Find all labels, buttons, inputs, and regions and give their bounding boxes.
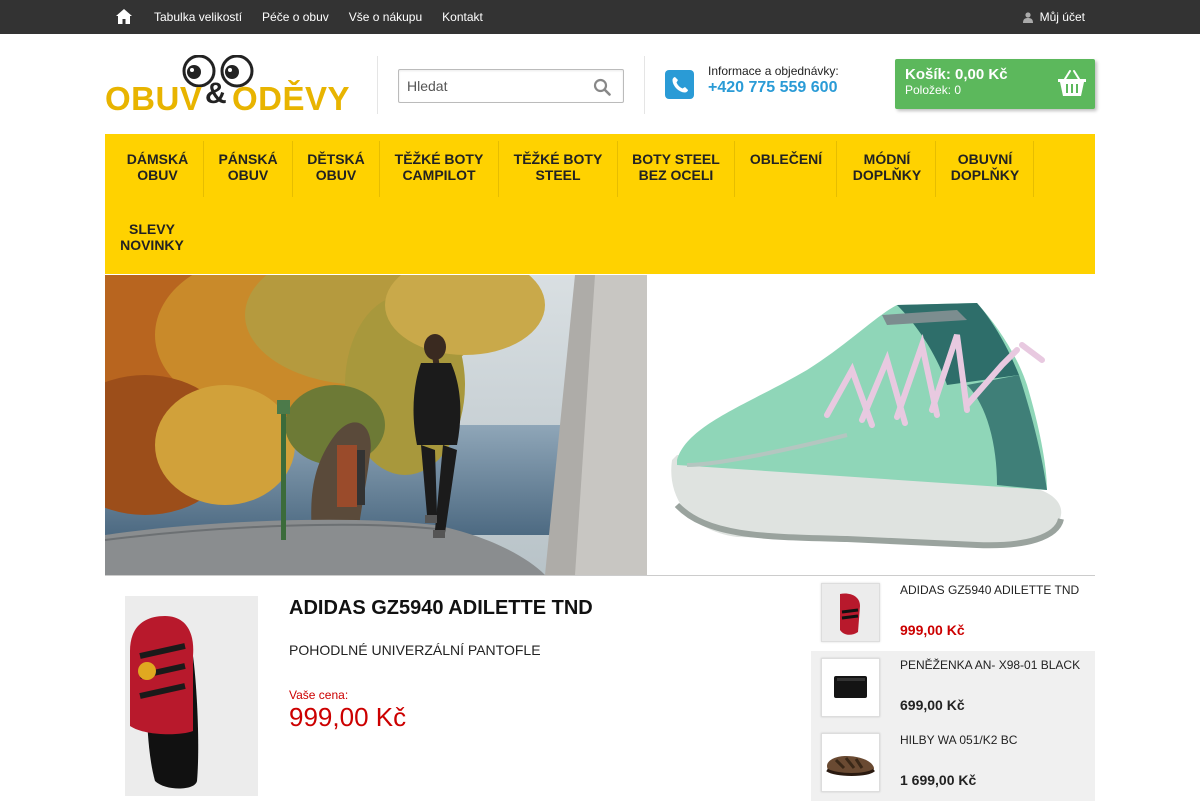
product-description: POHODLNÉ UNIVERZÁLNÍ PANTOFLE [289, 642, 541, 658]
nav-label: OBUV [137, 167, 178, 183]
top-nav: Tabulka velikostí Péče o obuv Vše o náku… [154, 0, 503, 34]
list-item-name[interactable]: PENĚŽENKA AN- X98-01 BLACK [900, 658, 1080, 672]
nav-label: DOPLŇKY [852, 167, 922, 183]
nav-divider [498, 141, 499, 197]
nav-label: DÁMSKÁ [126, 151, 189, 167]
site-logo[interactable]: OBUV & ODĚVY [105, 55, 350, 117]
home-icon[interactable] [115, 8, 133, 25]
top-nav-about-shopping[interactable]: Vše o nákupu [349, 10, 422, 24]
contact-phone[interactable]: +420 775 559 600 [708, 79, 837, 97]
nav-item-heavy-boots-steel[interactable]: TĚŽKÉ BOTY STEEL [502, 151, 614, 183]
product-thumbnail[interactable] [821, 583, 880, 642]
list-item-name[interactable]: ADIDAS GZ5940 ADILETTE TND [900, 583, 1079, 597]
contact-label: Informace a objednávky: [708, 64, 839, 78]
list-item[interactable]: PENĚŽENKA AN- X98-01 BLACK 699,00 Kč [811, 651, 1095, 726]
header-separator [377, 56, 378, 114]
nav-label: OBLEČENÍ [749, 151, 823, 167]
nav-item-womens-shoes[interactable]: DÁMSKÁ OBUV [116, 151, 199, 183]
nav-item-fashion-accessories[interactable]: MÓDNÍ DOPLŇKY [840, 151, 934, 183]
banner-runner-image[interactable] [105, 275, 647, 575]
top-bar: Tabulka velikostí Péče o obuv Vše o náku… [0, 0, 1200, 34]
nav-divider [1033, 141, 1034, 197]
nav-divider [292, 141, 293, 197]
nav-label: DĚTSKÁ [307, 151, 365, 167]
product-price: 999,00 Kč [289, 702, 407, 732]
basket-icon [1058, 70, 1086, 96]
top-nav-size-table[interactable]: Tabulka velikostí [154, 10, 242, 24]
nav-label: TĚŽKÉ BOTY [394, 151, 484, 167]
search-icon[interactable] [593, 78, 611, 96]
nav-item-heavy-boots-campilot[interactable]: TĚŽKÉ BOTY CAMPILOT [383, 151, 495, 183]
account-link[interactable]: Můj účet [1022, 0, 1085, 34]
nav-item-clothing[interactable]: OBLEČENÍ [738, 151, 834, 167]
logo-ampersand: & [205, 77, 228, 110]
nav-label: OBUV [315, 167, 357, 183]
banner-sneaker-image[interactable] [647, 275, 1095, 575]
nav-divider [734, 141, 735, 197]
nav-label: STEEL [535, 167, 581, 183]
nav-item-boots-steel-no-steel[interactable]: BOTY STEEL BEZ OCELI [621, 151, 731, 183]
nav-divider [203, 141, 204, 197]
nav-item-mens-shoes[interactable]: PÁNSKÁ OBUV [207, 151, 289, 183]
user-icon [1022, 11, 1033, 23]
nav-divider [617, 141, 618, 197]
nav-label: OBUVNÍ [957, 151, 1013, 167]
top-nav-contact[interactable]: Kontakt [442, 10, 483, 24]
nav-label: DOPLŇKY [950, 167, 1020, 183]
header-separator [644, 56, 645, 114]
nav-label: SLEVY [129, 221, 175, 237]
product-thumbnail[interactable] [821, 658, 880, 717]
list-item[interactable]: HILBY WA 051/K2 BC 1 699,00 Kč [811, 726, 1095, 801]
cart-button[interactable]: Košík: 0,00 Kč Položek: 0 [895, 59, 1095, 109]
nav-label: BEZ OCELI [638, 167, 714, 183]
nav-item-sale-new[interactable]: SLEVY NOVINKY [112, 221, 192, 253]
nav-label: CAMPILOT [402, 167, 476, 183]
logo-word-odevy: ODĚVY [232, 80, 351, 117]
nav-item-kids-shoes[interactable]: DĚTSKÁ OBUV [296, 151, 376, 183]
cart-total: Košík: 0,00 Kč [905, 66, 1008, 83]
nav-divider [379, 141, 380, 197]
list-item-price: 699,00 Kč [900, 697, 965, 713]
nav-label: MÓDNÍ [863, 151, 911, 167]
list-item-price: 1 699,00 Kč [900, 772, 977, 788]
product-thumbnail[interactable] [821, 733, 880, 792]
nav-label: NOVINKY [120, 237, 184, 253]
nav-divider [836, 141, 837, 197]
nav-label: OBUV [227, 167, 269, 183]
product-title[interactable]: ADIDAS GZ5940 ADILETTE TND [289, 597, 593, 620]
top-nav-shoe-care[interactable]: Péče o obuv [262, 10, 329, 24]
nav-label: TĚŽKÉ BOTY [513, 151, 603, 167]
list-item-price: 999,00 Kč [900, 622, 965, 638]
account-label: Můj účet [1039, 10, 1085, 24]
phone-icon [665, 70, 694, 99]
list-item-name[interactable]: HILBY WA 051/K2 BC [900, 733, 1017, 747]
nav-divider [935, 141, 936, 197]
nav-label: PÁNSKÁ [218, 151, 278, 167]
nav-item-shoe-accessories[interactable]: OBUVNÍ DOPLŇKY [939, 151, 1031, 183]
search-input[interactable] [407, 78, 587, 94]
logo-word-obuv: OBUV [105, 80, 203, 117]
list-item[interactable]: ADIDAS GZ5940 ADILETTE TND 999,00 Kč [811, 576, 1095, 651]
cart-count: Položek: 0 [905, 83, 962, 97]
search-box [398, 69, 624, 103]
nav-label: BOTY STEEL [632, 151, 720, 167]
product-image[interactable] [125, 596, 258, 796]
price-label: Vaše cena: [289, 688, 349, 702]
